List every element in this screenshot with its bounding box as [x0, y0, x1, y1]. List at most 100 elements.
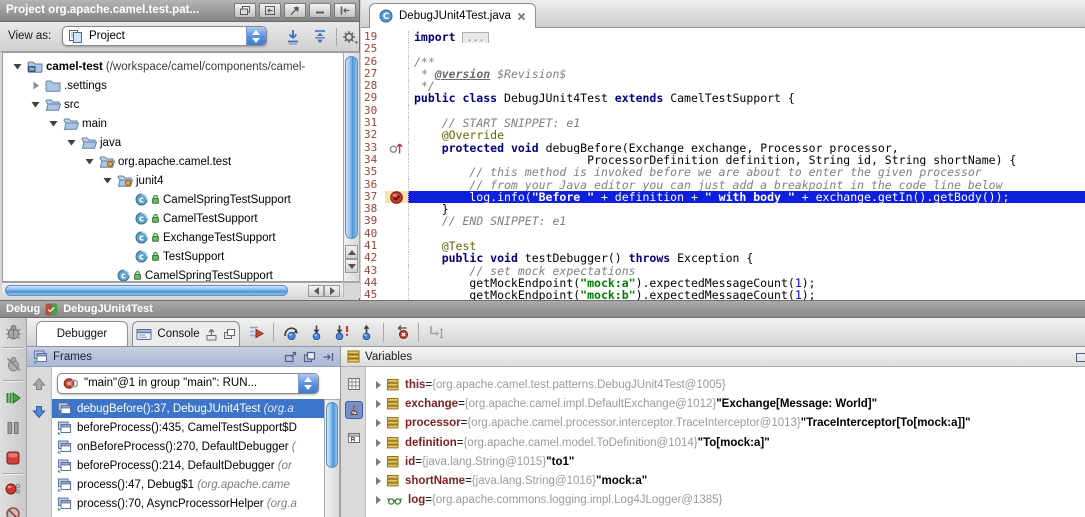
variable-row[interactable]: definition = {org.apache.camel.model.ToD…: [366, 433, 1085, 452]
code-line-40[interactable]: 40: [361, 228, 1085, 240]
gear-icon[interactable]: [341, 28, 359, 46]
pause-button[interactable]: [5, 420, 22, 437]
code-line-37[interactable]: 37 log.info("Before " + definition + " w…: [361, 191, 1085, 203]
frame-row[interactable]: debugBefore():37, DebugJUnit4Test (org.a: [52, 399, 324, 418]
previous-frame-icon[interactable]: [32, 377, 49, 394]
debug-disabled-icon[interactable]: [5, 356, 22, 373]
expand-icon[interactable]: [376, 381, 381, 389]
frames-list[interactable]: debugBefore():37, DebugJUnit4Test (org.a…: [52, 399, 324, 517]
tree-item[interactable]: cCamelSpringTestSupport: [3, 190, 343, 209]
pin-icon[interactable]: [284, 3, 306, 18]
variables-list[interactable]: this = {org.apache.camel.test.patterns.D…: [366, 375, 1085, 517]
step-over-button[interactable]: [283, 324, 300, 341]
variable-row[interactable]: log = {org.apache.commons.logging.impl.L…: [366, 491, 1085, 510]
scroll-up-icon[interactable]: [345, 245, 358, 259]
expand-icon[interactable]: [376, 400, 381, 408]
frame-row[interactable]: process():70, AsyncProcessorHelper (org.…: [52, 494, 324, 513]
tree-item[interactable]: main: [3, 114, 343, 133]
float-icon[interactable]: [223, 328, 236, 341]
next-frame-icon[interactable]: [32, 405, 49, 422]
frame-row[interactable]: beforeProcess():214, DefaultDebugger (or: [52, 456, 324, 475]
popup-frames-icon[interactable]: [284, 351, 297, 363]
scroll-right-icon[interactable]: [324, 285, 340, 297]
minimize-icon[interactable]: [309, 3, 331, 18]
code-line-26[interactable]: 26/**: [361, 56, 1085, 68]
scroll-down-icon[interactable]: [345, 259, 358, 273]
hide-panel-icon[interactable]: [334, 3, 356, 18]
drop-frame-button[interactable]: [393, 324, 410, 341]
project-tree[interactable]: camel-test(/workspace/camel/components/c…: [2, 52, 343, 282]
export-icon[interactable]: [205, 328, 218, 341]
expand-icon[interactable]: [376, 439, 381, 447]
view-breakpoints-button[interactable]: [5, 481, 22, 498]
expand-icon[interactable]: [376, 496, 381, 504]
scroll-left-icon[interactable]: [308, 285, 324, 297]
run-to-cursor-button[interactable]: [428, 324, 445, 341]
tree-item[interactable]: cCamelTestSupport: [3, 209, 343, 228]
tree-item[interactable]: cExchangeTestSupport: [3, 228, 343, 247]
code-line-38[interactable]: 38 }: [361, 203, 1085, 215]
project-horizontal-scrollbar[interactable]: [2, 282, 343, 298]
watch-method-return-icon[interactable]: [345, 401, 363, 419]
code-line-19[interactable]: 19import ...: [361, 31, 1085, 43]
code-line-34[interactable]: 34 ProcessorDefinition definition, Strin…: [361, 154, 1085, 166]
tree-item[interactable]: .settings: [3, 76, 343, 95]
variable-row[interactable]: exchange = {org.apache.camel.impl.Defaul…: [366, 394, 1085, 413]
code-line-28[interactable]: 28 */: [361, 80, 1085, 92]
step-into-button[interactable]: [308, 324, 325, 341]
dropdown-stepper-icon[interactable]: [298, 374, 318, 393]
tree-item[interactable]: junit4: [3, 171, 343, 190]
breakpoint-icon[interactable]: [385, 191, 408, 203]
evaluate-expression-icon[interactable]: [345, 375, 363, 393]
expand-icon[interactable]: [376, 477, 381, 485]
code-line-25[interactable]: 25: [361, 43, 1085, 55]
code-editor[interactable]: 19import ...2526/**27 * @version $Revisi…: [361, 29, 1085, 300]
scrollbar-thumb[interactable]: [5, 285, 288, 296]
show-types-icon[interactable]: [345, 429, 363, 447]
chevron-right-icon[interactable]: [29, 80, 42, 91]
frame-row[interactable]: beforeProcess():435, CamelTestSupport$D: [52, 418, 324, 437]
frame-row[interactable]: process():47, Debug$1 (org.apache.came: [52, 475, 324, 494]
float-panel-icon[interactable]: [303, 351, 316, 363]
scrollbar-thumb[interactable]: [326, 402, 338, 468]
collapse-all-icon[interactable]: [311, 28, 329, 46]
code-line-39[interactable]: 39 // END SNIPPET: e1: [361, 215, 1085, 227]
debug-panel-header[interactable]: Debug DebugJUnit4Test: [0, 301, 1085, 318]
tree-item[interactable]: cCamelSpringTestSupport: [3, 266, 343, 282]
editor-tab[interactable]: C DebugJUnit4Test.java: [369, 3, 536, 28]
chevron-down-icon[interactable]: [11, 61, 24, 72]
tab-debugger[interactable]: Debugger: [36, 321, 128, 347]
tree-item[interactable]: org.apache.camel.test: [3, 152, 343, 171]
code-line-44[interactable]: 44 getMockEndpoint("mock:a").expectedMes…: [361, 277, 1085, 289]
tree-item[interactable]: cTestSupport: [3, 247, 343, 266]
step-out-button[interactable]: [358, 324, 375, 341]
chevron-down-icon[interactable]: [47, 118, 60, 129]
dropdown-stepper-icon[interactable]: [246, 27, 266, 45]
expand-icon[interactable]: [376, 419, 381, 427]
tab-console[interactable]: Console: [132, 321, 240, 347]
close-icon[interactable]: [517, 12, 526, 21]
code-line-45[interactable]: 45 getMockEndpoint("mock:b").expectedMes…: [361, 289, 1085, 300]
dock-window-icon[interactable]: [259, 3, 281, 18]
code-line-41[interactable]: 41 @Test: [361, 240, 1085, 252]
tree-item[interactable]: java: [3, 133, 343, 152]
add-watch-icon[interactable]: [1076, 351, 1085, 363]
code-line-29[interactable]: 29public class DebugJUnit4Test extends C…: [361, 92, 1085, 104]
hide-panel-icon[interactable]: [322, 351, 335, 363]
chevron-down-icon[interactable]: [29, 99, 42, 110]
resume-button[interactable]: [5, 390, 22, 407]
code-line-33[interactable]: 33 protected void debugBefore(Exchange e…: [361, 142, 1085, 154]
frame-row[interactable]: onBeforeProcess():270, DefaultDebugger (: [52, 437, 324, 456]
float-window-icon[interactable]: [234, 3, 256, 18]
scrollbar-thumb[interactable]: [345, 56, 358, 239]
thread-dropdown[interactable]: "main"@1 in group "main": RUN...: [57, 373, 319, 394]
debug-settings-icon[interactable]: [5, 324, 22, 341]
code-line-32[interactable]: 32 @Override: [361, 129, 1085, 141]
expand-icon[interactable]: [376, 458, 381, 466]
code-line-36[interactable]: 36 // from your Java editor you can just…: [361, 179, 1085, 191]
code-line-27[interactable]: 27 * @version $Revision$: [361, 68, 1085, 80]
frames-scrollbar[interactable]: [324, 399, 340, 517]
chevron-down-icon[interactable]: [83, 156, 96, 167]
project-vertical-scrollbar[interactable]: [343, 52, 360, 282]
stop-button[interactable]: [5, 450, 22, 467]
